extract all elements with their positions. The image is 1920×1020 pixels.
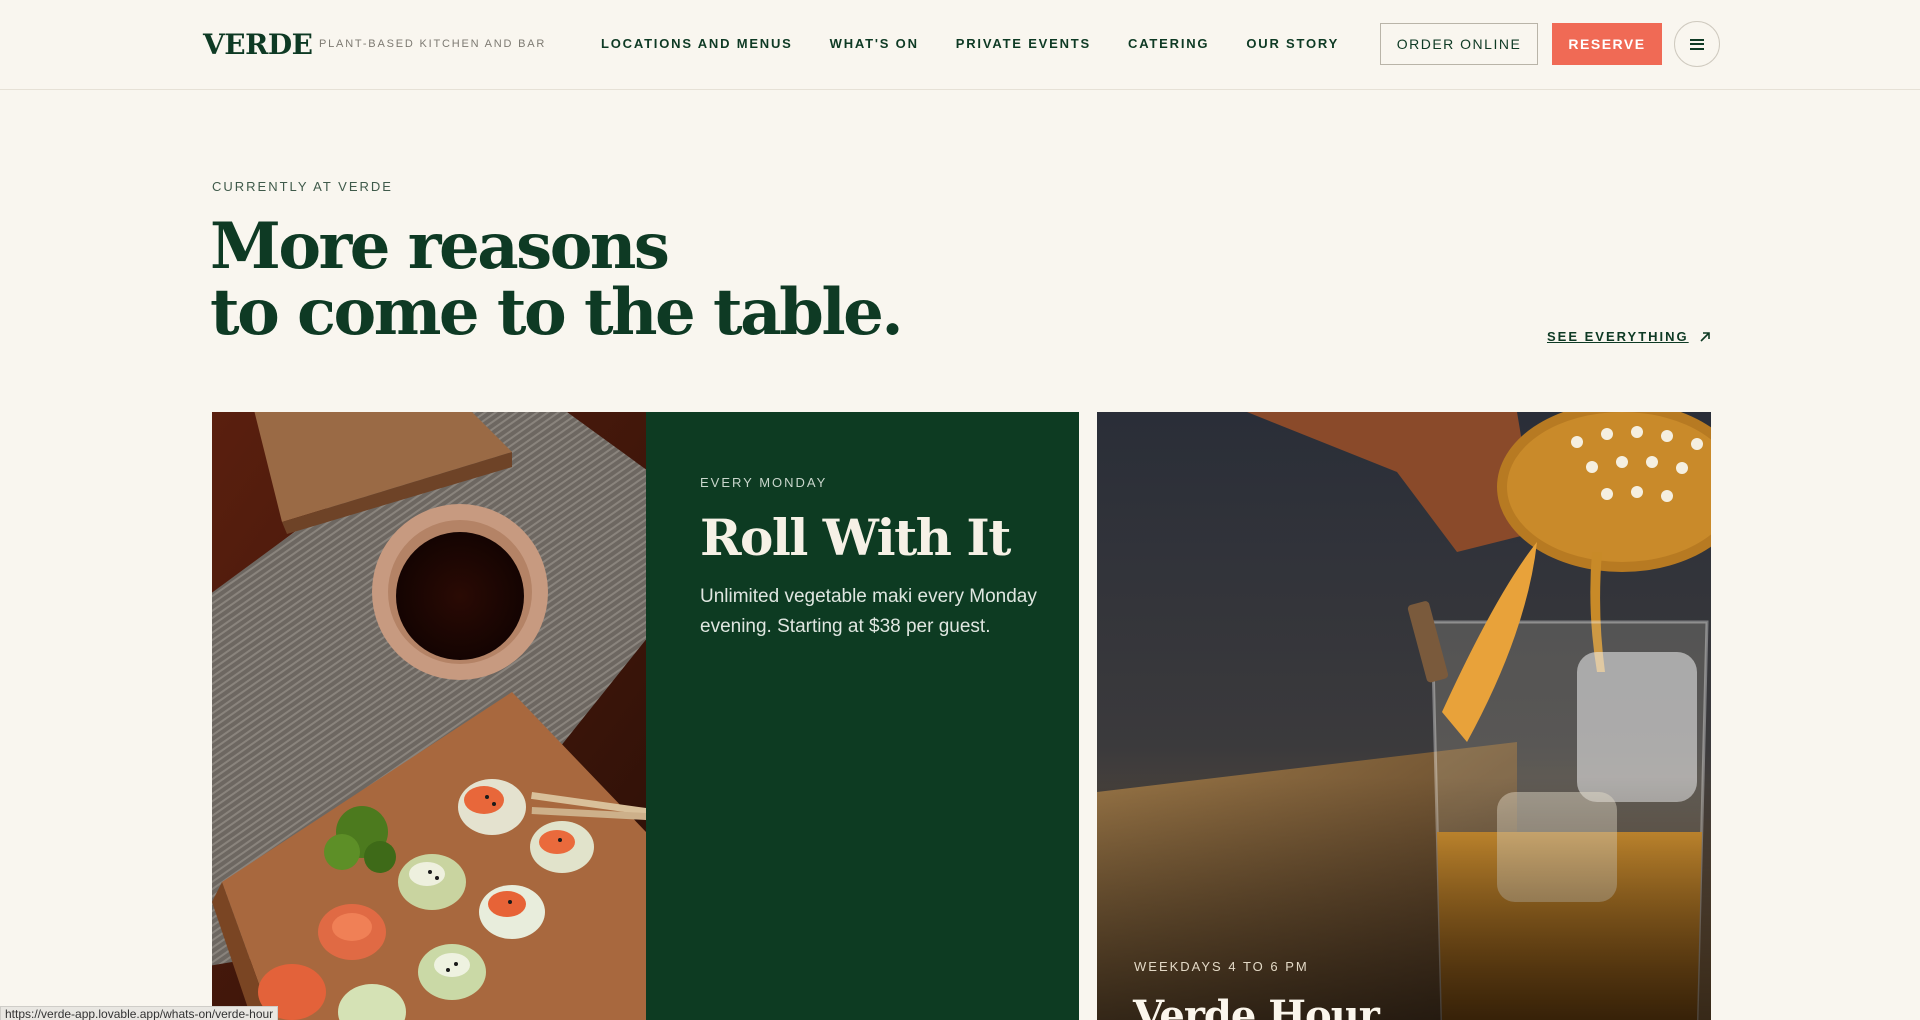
event-description: Unlimited vegetable maki every Monday ev… <box>700 586 1037 637</box>
see-everything-label: SEE EVERYTHING <box>1547 329 1689 344</box>
section-headline: More reasons to come to the table. <box>210 209 904 350</box>
nav-locations-and-menus[interactable]: LOCATIONS AND MENUS <box>601 36 793 51</box>
nav-private-events[interactable]: PRIVATE EVENTS <box>956 36 1091 51</box>
headline-line-2: to come to the table. <box>210 275 904 350</box>
event-schedule: EVERY MONDAY <box>700 475 828 490</box>
link-preview-status: https://verde-app.lovable.app/whats-on/v… <box>0 1006 279 1020</box>
verde-hour-title: Verde Hour <box>1133 992 1380 1020</box>
section-eyebrow: CURRENTLY AT VERDE <box>212 179 393 194</box>
verde-hour-schedule: WEEKDAYS 4 TO 6 PM <box>1134 959 1309 974</box>
nav-our-story[interactable]: OUR STORY <box>1246 36 1339 51</box>
sushi-photo-illustration <box>212 412 646 1020</box>
headline-line-1: More reasons <box>210 209 670 284</box>
hamburger-icon <box>1690 38 1704 50</box>
see-everything-link[interactable]: SEE EVERYTHING <box>1547 329 1711 344</box>
reserve-button[interactable]: RESERVE <box>1552 23 1662 65</box>
event-title: Roll With It <box>700 508 1011 567</box>
nav-whats-on[interactable]: WHAT'S ON <box>830 36 919 51</box>
verde-hour-card[interactable]: WEEKDAYS 4 TO 6 PM Verde Hour <box>1097 412 1711 1020</box>
tagline: PLANT-BASED KITCHEN AND BAR <box>319 38 547 50</box>
sushi-photo[interactable] <box>212 412 646 1020</box>
cocktail-photo <box>1097 412 1711 1020</box>
menu-button[interactable] <box>1674 21 1720 67</box>
nav-catering[interactable]: CATERING <box>1128 36 1209 51</box>
logo[interactable]: VERDE <box>203 28 313 61</box>
site-header: VERDE PLANT-BASED KITCHEN AND BAR LOCATI… <box>0 0 1920 90</box>
order-online-button[interactable]: ORDER ONLINE <box>1380 23 1538 65</box>
arrow-up-right-icon <box>1700 331 1710 342</box>
main-nav: LOCATIONS AND MENUS WHAT'S ON PRIVATE EV… <box>601 36 1339 51</box>
roll-with-it-card[interactable]: EVERY MONDAY Roll With It Unlimited vege… <box>646 412 1079 1020</box>
